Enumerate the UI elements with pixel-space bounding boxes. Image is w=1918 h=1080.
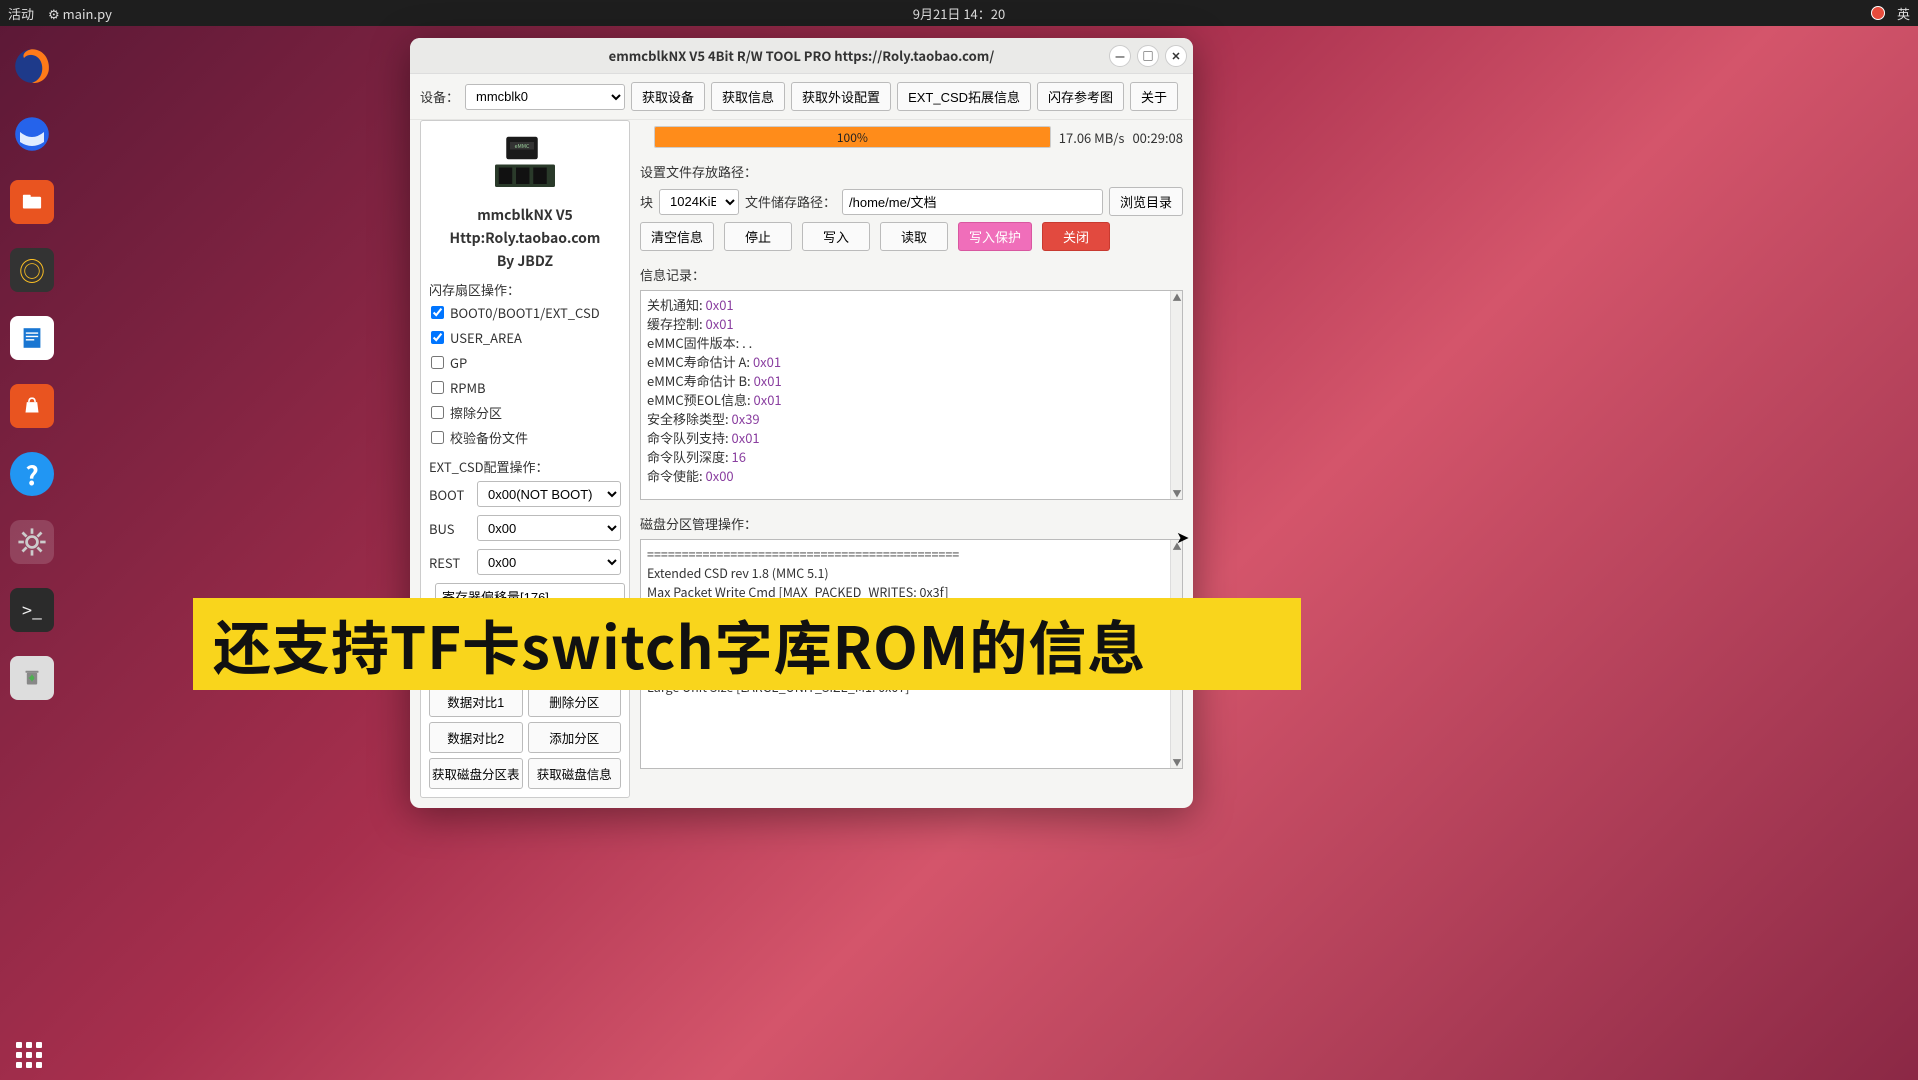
path-label: 设置文件存放路径： — [640, 162, 1183, 181]
close-button[interactable]: ✕ — [1165, 45, 1187, 67]
chk-user-area[interactable]: USER_AREA — [431, 328, 621, 347]
brand-line1: mmcblkNX V5 — [429, 205, 621, 226]
gnome-topbar: 活动 ⚙ main.py 9月21日 14：20 英 — [0, 0, 1918, 26]
chk-verify-backup[interactable]: 校验备份文件 — [431, 428, 621, 447]
flash-ref-button[interactable]: 闪存参考图 — [1037, 82, 1124, 111]
store-path-label: 文件储存路径： — [745, 192, 836, 211]
notification-badge-icon[interactable] — [1871, 6, 1885, 20]
log-line: 命令队列支持: 0x01 — [647, 428, 1176, 447]
chk-boot[interactable]: BOOT0/BOOT1/EXT_CSD — [431, 303, 621, 322]
brand-line3: By JBDZ — [429, 251, 621, 272]
chk-wipe-partition[interactable]: 擦除分区 — [431, 403, 621, 422]
settings-icon[interactable] — [10, 520, 54, 564]
window-titlebar: emmcblkNX V5 4Bit R/W TOOL PRO https://R… — [410, 38, 1193, 74]
app-file-indicator[interactable]: ⚙ main.py — [48, 4, 112, 23]
scroll-down-icon[interactable]: ▼ — [1171, 487, 1183, 499]
show-apps-icon[interactable] — [16, 1042, 42, 1068]
input-language-indicator[interactable]: 英 — [1897, 4, 1910, 23]
scroll-up-icon[interactable]: ▲ — [1171, 291, 1183, 303]
timer-text: 00:29:08 — [1132, 128, 1183, 147]
delete-partition-button[interactable]: 删除分区 — [528, 686, 622, 717]
log-line: eMMC寿命估计 A: 0x01 — [647, 352, 1176, 371]
log-line: Extended CSD rev 1.8 (MMC 5.1) — [647, 563, 1176, 582]
speed-text: 17.06 MB/s — [1059, 128, 1125, 147]
log-line: 命令使能: 0x00 — [647, 466, 1176, 485]
app-window: emmcblkNX V5 4Bit R/W TOOL PRO https://R… — [410, 38, 1193, 808]
firefox-icon[interactable] — [10, 44, 54, 88]
left-panel: eMMC mmcblkNX V5 Http:Roly.taobao.com By… — [420, 120, 630, 798]
chk-gp[interactable]: GP — [431, 353, 621, 372]
chip-image: eMMC — [429, 129, 621, 203]
rest-select[interactable]: 0x00 — [477, 549, 621, 575]
subtitle-overlay: 还支持TF卡switch字库ROM的信息 — [193, 598, 1301, 690]
bus-label: BUS — [429, 519, 471, 538]
compare1-button[interactable]: 数据对比1 — [429, 686, 523, 717]
flash-sector-label: 闪存扇区操作： — [429, 280, 621, 299]
block-label: 块 — [640, 192, 653, 211]
partition-ops-label: 磁盘分区管理操作： — [640, 514, 1183, 533]
log-line: 缓存控制: 0x01 — [647, 314, 1176, 333]
get-info-button[interactable]: 获取信息 — [711, 82, 785, 111]
mouse-cursor-icon: ➤ — [1176, 524, 1189, 548]
scroll-down-icon[interactable]: ▼ — [1171, 756, 1183, 768]
read-button[interactable]: 读取 — [880, 222, 948, 251]
clear-info-button[interactable]: 清空信息 — [640, 222, 714, 251]
ext-csd-button[interactable]: EXT_CSD拓展信息 — [897, 82, 1031, 111]
stop-button[interactable]: 停止 — [724, 222, 792, 251]
progress-bar: 100% — [654, 126, 1051, 148]
get-device-button[interactable]: 获取设备 — [631, 82, 705, 111]
terminal-icon[interactable]: >_ — [10, 588, 54, 632]
log-line: 关机通知: 0x01 — [647, 295, 1176, 314]
files-icon[interactable] — [10, 180, 54, 224]
ubuntu-dock: ◎ ? >_ — [0, 26, 64, 1080]
window-title: emmcblkNX V5 4Bit R/W TOOL PRO https://R… — [609, 46, 995, 65]
compare2-button[interactable]: 数据对比2 — [429, 722, 523, 753]
thunderbird-icon[interactable] — [10, 112, 54, 156]
store-path-input[interactable] — [842, 189, 1103, 215]
device-label: 设备： — [420, 87, 459, 106]
boot-label: BOOT — [429, 485, 471, 504]
extcsd-cfg-label: EXT_CSD配置操作： — [429, 457, 621, 476]
browse-button[interactable]: 浏览目录 — [1109, 187, 1183, 216]
trash-icon[interactable] — [10, 656, 54, 700]
log-line: eMMC固件版本: . . — [647, 333, 1176, 352]
block-size-select[interactable]: 1024KiB — [659, 189, 739, 215]
activities-button[interactable]: 活动 — [8, 4, 34, 23]
clock[interactable]: 9月21日 14：20 — [913, 4, 1005, 23]
log-line: eMMC预EOL信息: 0x01 — [647, 390, 1176, 409]
device-select[interactable]: mmcblk0 — [465, 84, 625, 110]
get-peripheral-button[interactable]: 获取外设配置 — [791, 82, 891, 111]
help-icon[interactable]: ? — [10, 452, 54, 496]
get-disk-info-button[interactable]: 获取磁盘信息 — [528, 758, 622, 789]
software-center-icon[interactable] — [10, 384, 54, 428]
maximize-button[interactable]: □ — [1137, 45, 1159, 67]
close-button[interactable]: 关闭 — [1042, 222, 1110, 251]
log-line: 命令队列深度: 16 — [647, 447, 1176, 466]
info-log-label: 信息记录： — [640, 265, 1183, 284]
rhythmbox-icon[interactable]: ◎ — [10, 248, 54, 292]
add-partition-button[interactable]: 添加分区 — [528, 722, 622, 753]
right-panel: 100% 17.06 MB/s 00:29:08 设置文件存放路径： 块 102… — [640, 120, 1183, 798]
about-button[interactable]: 关于 — [1130, 82, 1178, 111]
minimize-button[interactable]: — — [1109, 45, 1131, 67]
bus-select[interactable]: 0x00 — [477, 515, 621, 541]
get-partition-table-button[interactable]: 获取磁盘分区表 — [429, 758, 523, 789]
write-protect-button[interactable]: 写入保护 — [958, 222, 1032, 251]
svg-text:eMMC: eMMC — [515, 142, 530, 150]
brand-line2: Http:Roly.taobao.com — [429, 228, 621, 249]
log-line: eMMC寿命估计 B: 0x01 — [647, 371, 1176, 390]
write-button[interactable]: 写入 — [802, 222, 870, 251]
rest-label: REST — [429, 553, 471, 572]
log-line: ========================================… — [647, 544, 1176, 563]
top-toolbar: 设备： mmcblk0 获取设备 获取信息 获取外设配置 EXT_CSD拓展信息… — [410, 74, 1193, 120]
chk-rpmb[interactable]: RPMB — [431, 378, 621, 397]
boot-select[interactable]: 0x00(NOT BOOT) — [477, 481, 621, 507]
info-log[interactable]: 关机通知: 0x01缓存控制: 0x01eMMC固件版本: . .eMMC寿命估… — [640, 290, 1183, 500]
log-line: 安全移除类型: 0x39 — [647, 409, 1176, 428]
progress-fill: 100% — [655, 127, 1050, 147]
libreoffice-writer-icon[interactable] — [10, 316, 54, 360]
